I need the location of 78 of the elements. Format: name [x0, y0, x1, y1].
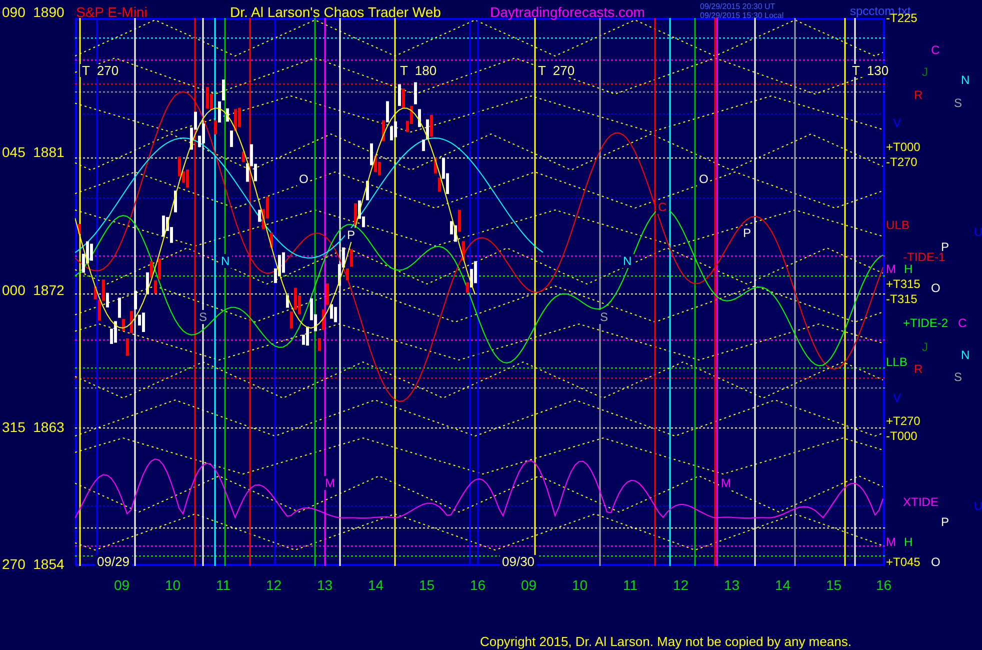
level-label: +T045 [886, 556, 920, 568]
time-axis-label: 15 [826, 578, 842, 592]
level-label: J [922, 66, 928, 78]
level-label: O [931, 556, 940, 568]
level-label: O [931, 282, 940, 294]
timestamp: 09/29/2015 15:30 Local [700, 12, 784, 20]
chart-title: Dr. Al Larson's Chaos Trader Web [230, 5, 441, 19]
level-label: H [904, 263, 913, 275]
level-label: +T315 [886, 278, 920, 290]
level-label: +TIDE-2 [903, 317, 948, 329]
website-link[interactable]: Daytradingforecasts.com [490, 5, 645, 19]
copyright-notice: Copyright 2015, Dr. Al Larson. May not be copied by any means. [480, 635, 852, 648]
price-axis-label: 270 1854 [2, 557, 64, 571]
level-label: -T000 [886, 430, 918, 442]
date-label: 09/30 [500, 555, 537, 568]
time-axis-label: 10 [165, 578, 181, 592]
level-label: M [886, 536, 896, 548]
level-label: +T270 [886, 415, 920, 427]
level-label: -TIDE-1 [903, 251, 945, 263]
level-label: V [893, 392, 902, 404]
level-label: P [941, 241, 950, 253]
time-axis-label: 12 [266, 578, 282, 592]
plot-marker-letter: M [323, 476, 337, 490]
plot-marker-letter: C [656, 200, 669, 214]
price-axis-label: 045 1881 [2, 145, 64, 159]
price-axis-label: 000 1872 [2, 283, 64, 297]
time-axis-label: 12 [673, 578, 689, 592]
level-label: -T315 [886, 293, 918, 305]
level-label: V [893, 117, 902, 129]
price-axis-label: 315 1863 [2, 420, 64, 434]
cycle-label: T 130 [850, 64, 891, 77]
time-axis-label: 13 [724, 578, 740, 592]
timestamp: 09/29/2015 20:30 UT [700, 3, 776, 11]
time-axis-label: 11 [216, 578, 231, 592]
time-axis-label: 10 [572, 578, 588, 592]
price-axis-label: 090 1890 [2, 5, 64, 19]
plot-marker-letter: P [741, 226, 754, 240]
level-label: M [886, 263, 896, 275]
plot-marker-letter: S [197, 310, 210, 324]
time-axis-label: 15 [419, 578, 435, 592]
plot-marker-letter: N [219, 254, 232, 268]
plot-marker-letter: P [345, 228, 358, 242]
time-axis-label: 16 [876, 578, 892, 592]
level-label: C [958, 317, 967, 329]
cycle-label: T 180 [398, 64, 439, 77]
plot-marker-letter: O [697, 172, 710, 186]
level-label: H [904, 536, 913, 548]
plot-marker-letter: S [598, 310, 610, 324]
level-label: ULB [886, 219, 910, 231]
time-axis-label: 14 [775, 578, 791, 592]
level-label: U [974, 226, 982, 238]
level-label: R [914, 89, 923, 101]
level-label: S [954, 97, 962, 109]
time-axis-label: 16 [470, 578, 486, 592]
time-axis-label: 09 [521, 578, 537, 592]
time-axis-label: 11 [623, 578, 638, 592]
level-label: J [922, 341, 928, 353]
level-label: +T000 [886, 141, 920, 153]
time-axis-label: 14 [368, 578, 384, 592]
level-label: -T270 [886, 156, 918, 168]
plot-marker-letter: O [297, 172, 310, 186]
time-axis-label: 13 [317, 578, 333, 592]
level-label: R [914, 363, 923, 375]
plot-marker-letter: N [621, 254, 634, 268]
level-label: XTIDE [903, 496, 938, 508]
cycle-label: T 270 [536, 64, 577, 77]
plot-marker-letter: M [719, 476, 733, 490]
level-label: U [974, 500, 982, 512]
level-label: LLB [886, 356, 908, 368]
level-label: N [961, 74, 970, 86]
level-label: P [941, 516, 950, 528]
level-label: N [961, 349, 970, 361]
cycle-label: T 270 [80, 64, 121, 77]
time-axis-label: 09 [114, 578, 130, 592]
level-label: C [931, 44, 940, 56]
symbol-label: S&P E-Mini [76, 5, 148, 19]
date-label: 09/29 [95, 555, 132, 568]
level-label: S [954, 371, 962, 383]
